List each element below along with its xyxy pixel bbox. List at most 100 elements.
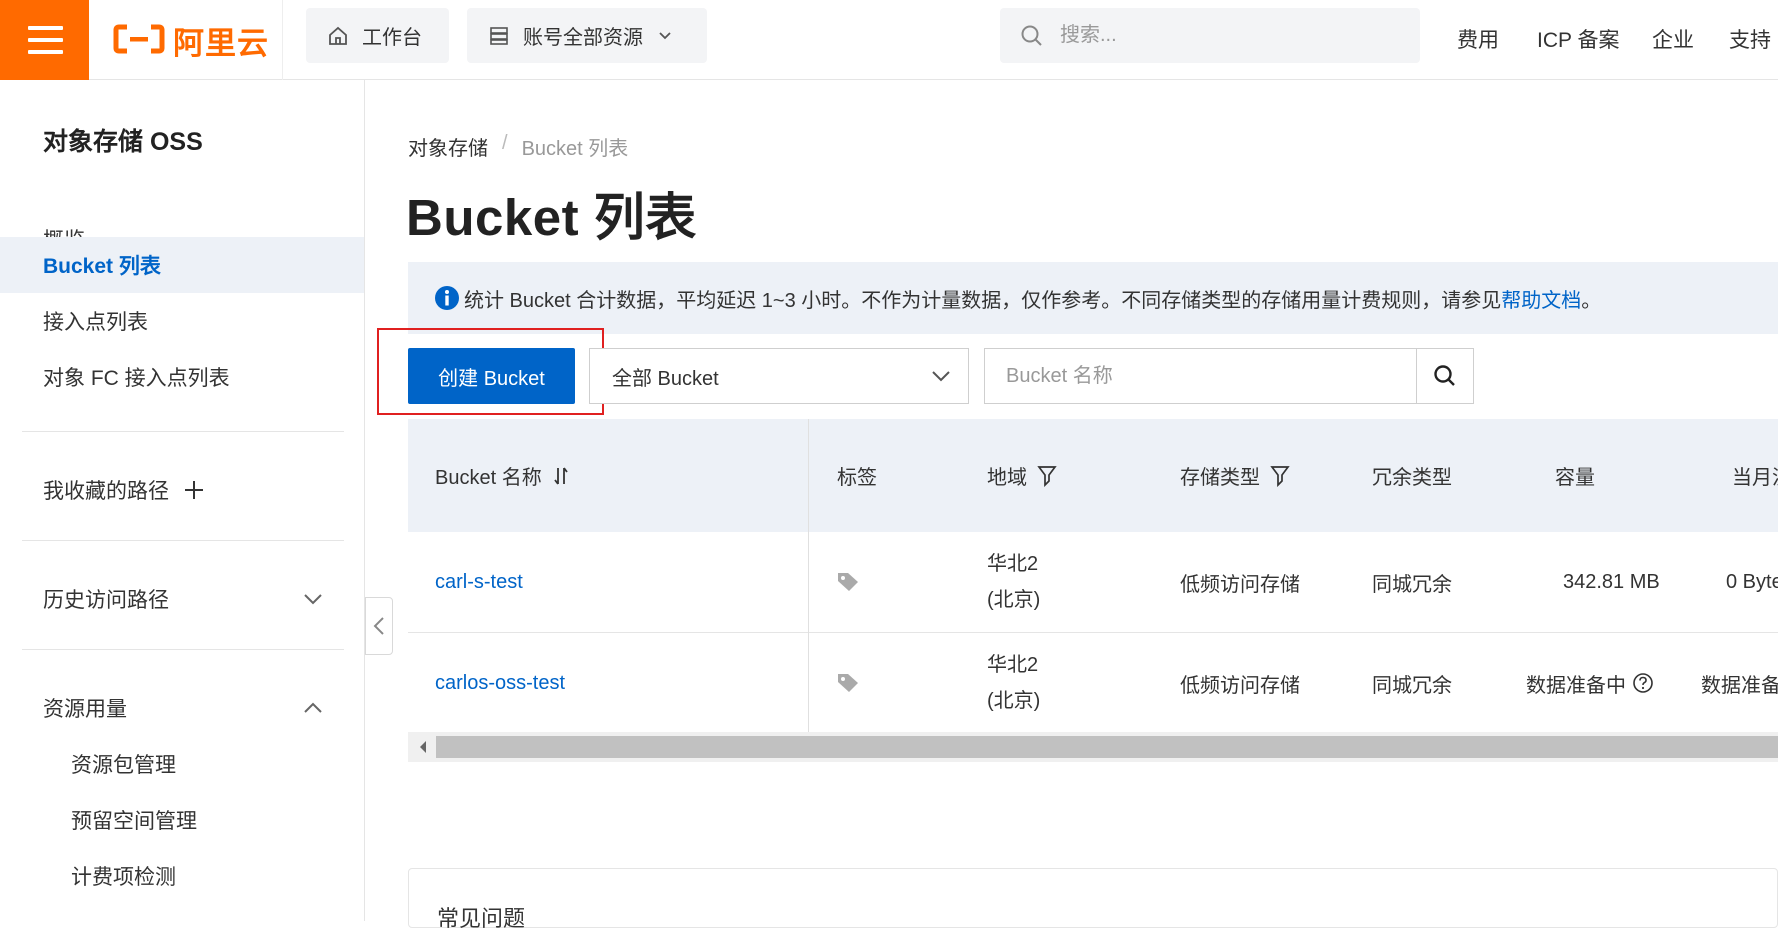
breadcrumb-separator: / [502,132,508,154]
account-resources-label: 账号全部资源 [523,27,643,49]
column-header-storage-class: 存储类型 [1180,419,1290,532]
breadcrumb: 对象存储 / Bucket 列表 [408,132,628,161]
home-icon [328,26,348,46]
column-header-label: 容量 [1555,467,1595,489]
page-title: Bucket 列表 [406,189,697,246]
sidebar-favorites[interactable]: 我收藏的路径 [0,462,364,518]
filter-icon[interactable] [1037,465,1057,487]
column-header-label: 冗余类型 [1372,467,1452,489]
history-label: 历史访问路径 [43,589,169,612]
top-link-enterprise[interactable]: 企业 [1652,24,1694,54]
aliyun-logo[interactable]: 阿里云 [89,0,283,80]
column-header-label: 存储类型 [1180,467,1260,489]
sidebar-item-fc-access-points[interactable]: 对象 FC 接入点列表 [0,349,364,405]
help-circle-icon[interactable] [1632,672,1654,694]
bucket-name-search-input[interactable] [985,349,1416,403]
bucket-table: Bucket 名称 标签 地域 存储类型 冗余类型 容量 当月流 [408,419,1778,762]
sidebar-item-resource-packages[interactable]: 资源包管理 [0,736,364,792]
capacity-cell: 342.81 MB [1563,570,1660,593]
monthly-cell: 0 Byte [1726,570,1778,593]
sidebar-item-label: 计费项检测 [71,866,176,889]
info-banner-end: 。 [1581,289,1602,312]
logo-text: 阿里云 [173,26,269,61]
create-bucket-button[interactable]: 创建 Bucket [408,348,575,404]
column-header-label: 地域 [987,467,1027,489]
bucket-filter-value: 全部 Bucket [612,367,719,390]
top-link-icp[interactable]: ICP 备案 [1537,24,1619,54]
sidebar-divider [22,649,344,650]
monthly-cell: 数据准备 [1701,674,1778,697]
bucket-name-search [984,348,1474,404]
sidebar-item-reserved-capacity[interactable]: 预留空间管理 [0,792,364,848]
column-header-label: Bucket 名称 [435,467,542,489]
region-line: (北京) [987,589,1041,611]
breadcrumb-current: Bucket 列表 [521,138,629,160]
sidebar-item-label: 资源包管理 [71,754,176,777]
scrollbar-thumb[interactable] [436,736,1778,758]
column-header-region: 地域 [987,419,1057,532]
chevron-down-icon [302,588,324,610]
filter-icon[interactable] [1270,465,1290,487]
help-doc-link[interactable]: 帮助文档 [1501,284,1581,313]
scroll-left-arrow-icon[interactable] [418,740,428,754]
workbench-button[interactable]: 工作台 [306,8,449,63]
storage-class-cell: 低频访问存储 [1180,573,1300,596]
faq-title: 常见问题 [437,906,526,931]
global-search-input[interactable] [1058,23,1378,48]
sidebar-item-label: 接入点列表 [43,311,148,334]
top-navigation-bar: 阿里云 工作台 账号全部资源 费用 ICP 备案 企业 支持 [0,0,1778,80]
bucket-search-button[interactable] [1416,349,1473,403]
bucket-name-link[interactable]: carl-s-test [435,571,523,594]
column-header-label: 当月流 [1732,467,1778,489]
column-header-monthly: 当月流 [1732,419,1778,532]
top-link-support[interactable]: 支持 [1729,24,1771,54]
sidebar-item-bucket-list[interactable]: Bucket 列表 [0,237,364,293]
column-header-name: Bucket 名称 [435,419,570,532]
column-header-capacity: 容量 [1555,419,1595,532]
tag-icon[interactable] [836,571,860,593]
sidebar-resource-usage[interactable]: 资源用量 [0,680,364,736]
storage-class-cell: 低频访问存储 [1180,674,1300,697]
sidebar-divider [22,540,344,541]
global-search[interactable] [1000,8,1420,63]
info-icon [434,285,460,311]
faq-card: 常见问题 [408,868,1778,931]
region-line: 华北2 [987,654,1039,676]
chevron-up-icon [302,697,324,719]
bucket-filter-select[interactable]: 全部 Bucket [589,348,969,404]
search-icon [1020,24,1044,48]
chevron-left-icon [372,615,386,637]
account-resources-dropdown[interactable]: 账号全部资源 [467,8,707,63]
hamburger-menu-button[interactable] [0,0,89,80]
info-banner-text: 统计 Bucket 合计数据，平均延迟 1~3 小时。不作为计量数据，仅作参考。… [464,289,1502,312]
sidebar-divider [22,431,344,432]
workbench-label: 工作台 [362,27,422,49]
sidebar-item-label: 预留空间管理 [71,810,197,833]
chevron-down-icon [657,28,673,44]
column-header-label: 标签 [837,467,877,489]
table-row: carl-s-test 华北2 (北京) 低频访问存储 同城冗余 342.81 … [408,532,1778,633]
breadcrumb-root[interactable]: 对象存储 [408,132,488,161]
favorites-label: 我收藏的路径 [43,480,169,503]
redundancy-cell: 同城冗余 [1372,573,1452,596]
chevron-down-icon [930,365,952,387]
redundancy-cell: 同城冗余 [1372,674,1452,697]
top-link-billing[interactable]: 费用 [1457,24,1499,54]
bucket-name-link[interactable]: carlos-oss-test [435,672,565,695]
resource-usage-label: 资源用量 [43,698,127,721]
sidebar-item-billing-check[interactable]: 计费项检测 [0,848,364,904]
sort-icon[interactable] [552,466,570,486]
sidebar-history[interactable]: 历史访问路径 [0,571,364,627]
sidebar: 对象存储 OSS 概览 Bucket 列表 接入点列表 对象 FC 接入点列表 … [0,80,365,921]
info-banner: 统计 Bucket 合计数据，平均延迟 1~3 小时。不作为计量数据，仅作参考。… [408,262,1778,334]
aliyun-logo-icon [113,24,165,54]
capacity-cell: 数据准备中 [1526,674,1626,697]
sidebar-item-access-points[interactable]: 接入点列表 [0,293,364,349]
tag-icon[interactable] [836,672,860,694]
sidebar-item-label: Bucket 列表 [43,255,161,278]
sidebar-collapse-button[interactable] [365,597,393,655]
plus-icon[interactable] [183,479,205,501]
region-line: (北京) [987,690,1041,712]
horizontal-scrollbar[interactable] [408,732,1778,762]
table-row: carlos-oss-test 华北2 (北京) 低频访问存储 同城冗余 数据准… [408,633,1778,734]
